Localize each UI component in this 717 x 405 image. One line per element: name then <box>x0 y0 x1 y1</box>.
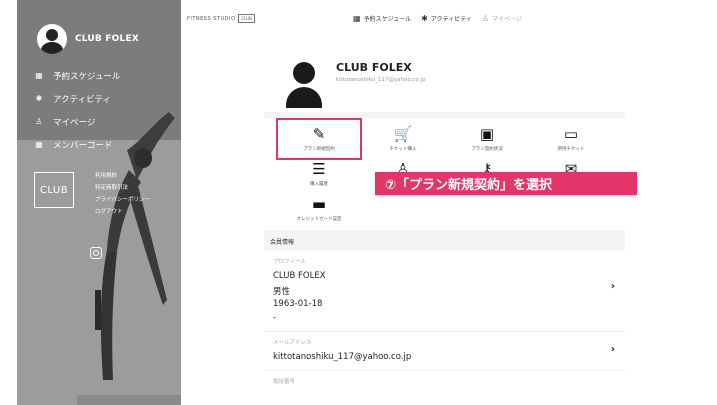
header-logo-box: CLUB <box>238 14 255 23</box>
member-info-title: 会員情報 <box>270 239 295 246</box>
header-logo[interactable]: FITNESS STUDIO CLUB <box>187 14 255 23</box>
sidebar-item-label: アクティビティ <box>53 94 112 105</box>
activity-icon: ✱ <box>421 14 428 23</box>
header-nav-mypage[interactable]: ♙ マイページ <box>482 14 522 23</box>
email-value: kittotanoshiku_117@yahoo.co.jp <box>273 352 412 362</box>
main-content: CLUB FOLEX kittotanoshiku_117@yahoo.co.j… <box>264 44 637 405</box>
header-nav-activity[interactable]: ✱ アクティビティ <box>421 14 472 23</box>
chevron-right-icon: › <box>610 281 615 292</box>
person-icon: ♙ <box>481 14 490 23</box>
sidebar-item-member-code[interactable]: ▦ メンバーコード <box>33 133 120 156</box>
sidebar-item-label: マイページ <box>53 117 96 128</box>
club-logo[interactable]: CLUB <box>34 172 74 208</box>
logout-link[interactable]: ログアウト <box>95 207 150 219</box>
sidebar-links: 利用規約 特定商取引法 プライバシーポリシー ログアウト <box>95 171 150 219</box>
menu-label: チケット購入 <box>389 147 417 152</box>
header-nav-label: マイページ <box>492 16 522 23</box>
sidebar-item-mypage[interactable]: ♙ マイページ <box>33 110 120 133</box>
email-label: メールアドレス <box>273 340 312 346</box>
sidebar: CLUB FOLEX ▦ 予約スケジュール ✱ アクティビティ ♙ マイページ … <box>17 0 181 405</box>
brand-name: CLUB FOLEX <box>75 34 139 44</box>
instagram-icon[interactable] <box>90 247 102 259</box>
header-nav: ▦ 予約スケジュール ✱ アクティビティ ♙ マイページ <box>353 14 532 23</box>
menu-label: クレジットカード設定 <box>296 217 342 222</box>
profile-name-value: CLUB FOLEX <box>273 271 326 281</box>
dash-value: - <box>273 313 277 323</box>
sidebar-item-label: メンバーコード <box>53 140 113 151</box>
commerce-law-link[interactable]: 特定商取引法 <box>95 183 150 195</box>
instruction-callout: ⑦「プラン新規契約」を選択 <box>375 172 637 195</box>
phone-row[interactable]: 電話番号 <box>264 371 625 405</box>
menu-label: プラン契約状況 <box>471 147 503 152</box>
menu-label: 所持チケット <box>557 147 585 152</box>
activity-icon: ✱ <box>35 94 43 103</box>
profile-row[interactable]: プロフィール CLUB FOLEX 男性 1963-01-18 - › <box>264 251 625 332</box>
profile-name: CLUB FOLEX <box>336 61 412 74</box>
menu-owned-tickets[interactable]: ▭ 所持チケット <box>528 124 614 158</box>
profile-avatar-icon <box>286 62 322 108</box>
menu-plan-status[interactable]: ▣ プラン契約状況 <box>444 124 530 158</box>
profile-card: CLUB FOLEX kittotanoshiku_117@yahoo.co.j… <box>264 44 625 112</box>
list-icon: ☰ <box>312 160 326 178</box>
menu-card: ✎ プラン新規契約 🛒 チケット購入 ▣ プラン契約状況 ▭ 所持チケット ☰ … <box>264 118 637 230</box>
terms-link[interactable]: 利用規約 <box>95 171 150 183</box>
sidebar-item-label: 予約スケジュール <box>53 71 121 82</box>
email-row[interactable]: メールアドレス kittotanoshiku_117@yahoo.co.jp › <box>264 332 625 371</box>
top-header: FITNESS STUDIO CLUB ▦ 予約スケジュール ✱ アクティビティ… <box>181 0 717 38</box>
calendar-icon: ▦ <box>35 71 43 80</box>
cart-icon: 🛒 <box>393 125 413 143</box>
highlight-frame <box>276 118 362 160</box>
sidebar-item-schedule[interactable]: ▦ 予約スケジュール <box>33 64 120 87</box>
user-avatar-icon <box>37 24 67 54</box>
header-nav-label: 予約スケジュール <box>363 16 412 23</box>
phone-label: 電話番号 <box>273 379 296 385</box>
id-card-icon: ▣ <box>479 125 495 143</box>
credit-card-icon: ▬ <box>311 195 327 213</box>
header-logo-text: FITNESS STUDIO <box>187 15 236 22</box>
privacy-policy-link[interactable]: プライバシーポリシー <box>95 195 150 207</box>
birthday-value: 1963-01-18 <box>273 299 323 309</box>
member-info-card: プロフィール CLUB FOLEX 男性 1963-01-18 - › メールア… <box>264 251 625 405</box>
calendar-icon: ▦ <box>353 14 361 23</box>
sidebar-nav: ▦ 予約スケジュール ✱ アクティビティ ♙ マイページ ▦ メンバーコード <box>33 64 120 156</box>
header-nav-schedule[interactable]: ▦ 予約スケジュール <box>353 14 411 23</box>
profile-label: プロフィール <box>273 259 306 265</box>
menu-credit-card[interactable]: ▬ クレジットカード設定 <box>276 194 362 228</box>
ticket-icon: ▭ <box>563 125 579 143</box>
gender-value: 男性 <box>273 287 291 297</box>
menu-ticket-purchase[interactable]: 🛒 チケット購入 <box>360 124 446 158</box>
sidebar-brand[interactable]: CLUB FOLEX <box>37 24 139 54</box>
header-nav-label: アクティビティ <box>430 16 472 23</box>
card-icon: ▦ <box>35 140 43 149</box>
chevron-right-icon: › <box>610 344 615 355</box>
menu-purchase-history[interactable]: ☰ 購入履歴 <box>276 159 362 193</box>
person-icon: ♙ <box>35 117 43 126</box>
menu-label: 購入履歴 <box>310 182 328 187</box>
profile-email: kittotanoshiku_117@yahoo.co.jp <box>336 77 426 83</box>
sidebar-item-activity[interactable]: ✱ アクティビティ <box>33 87 120 110</box>
